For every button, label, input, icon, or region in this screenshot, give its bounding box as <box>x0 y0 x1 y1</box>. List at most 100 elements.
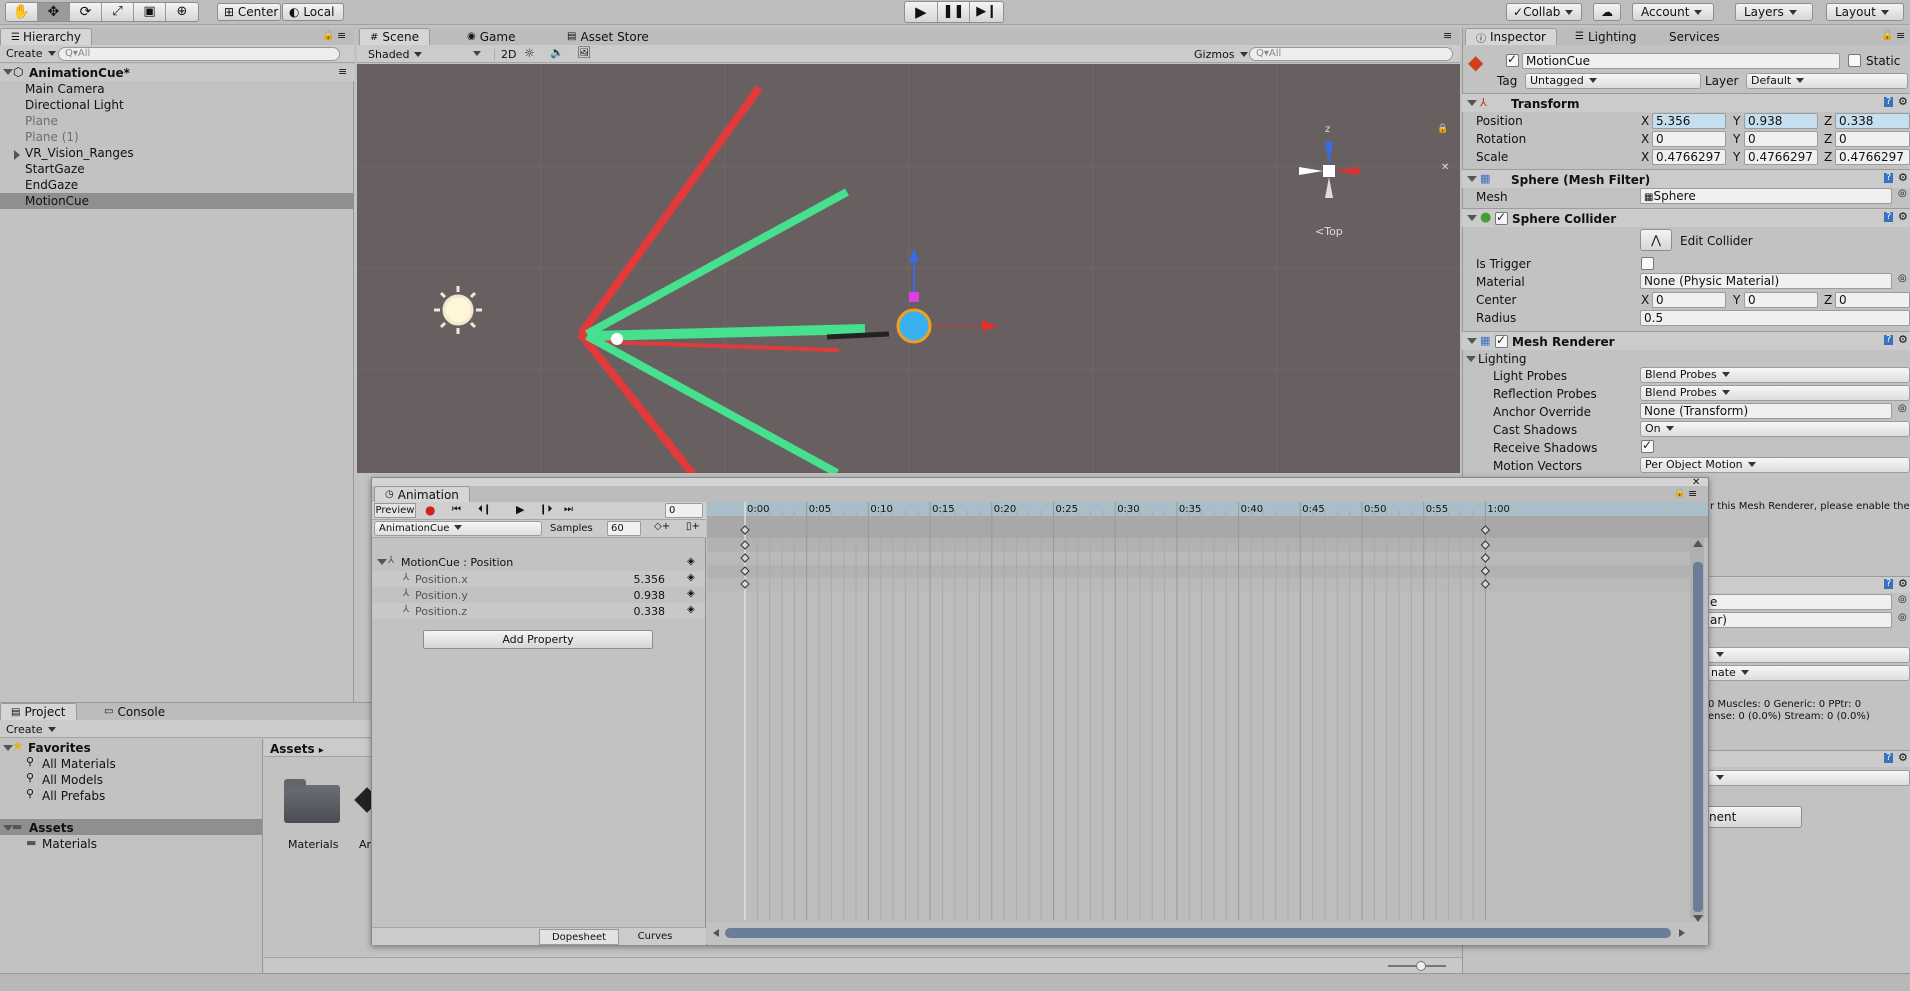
foldout-arrow-icon[interactable] <box>1467 176 1477 182</box>
mesh-renderer-header[interactable]: ▦ Mesh Renderer ? ⚙ <box>1462 331 1910 350</box>
move-tool-icon[interactable]: ✥ <box>38 3 70 21</box>
layers-dropdown[interactable]: Layers <box>1735 3 1813 21</box>
position-x-field[interactable]: 5.356 <box>1652 113 1726 129</box>
expand-arrow-icon[interactable] <box>3 69 13 75</box>
step-button[interactable]: ▶❙ <box>970 2 1003 22</box>
gear-icon[interactable]: ⚙ <box>1898 334 1908 345</box>
space-toggle[interactable]: ◐ Local <box>282 3 344 21</box>
asset-folder[interactable] <box>284 779 340 823</box>
rect-tool-icon[interactable]: ▣ <box>134 3 166 21</box>
gizmo-lock-icon[interactable]: 🔒 <box>1437 125 1448 134</box>
hierarchy-item[interactable]: VR_Vision_Ranges <box>0 145 354 161</box>
key-diamond-icon[interactable]: ◈ <box>687 589 695 599</box>
gear-icon[interactable]: ⚙ <box>1898 96 1908 107</box>
panel-menu-icon[interactable]: ≡ <box>1688 488 1697 499</box>
partial-dropdown-1[interactable] <box>1706 647 1910 663</box>
help-icon[interactable]: ? <box>1884 335 1894 345</box>
property-row[interactable]: ⅄ Position.y 0.938 ◈ <box>372 587 705 603</box>
tab-console[interactable]: ▭ Console <box>94 703 175 720</box>
favorites-label[interactable]: Favorites <box>28 742 91 754</box>
hierarchy-item[interactable]: Plane <box>0 113 354 129</box>
tab-scene[interactable]: # Scene <box>359 28 430 45</box>
favorite-item[interactable]: All Prefabs <box>42 790 105 802</box>
transform-header[interactable]: ⅄ Transform ? ⚙ <box>1462 93 1910 112</box>
key-diamond-icon[interactable]: ◈ <box>687 573 695 583</box>
tab-project[interactable]: ▤ Project <box>0 703 77 720</box>
clip-dropdown[interactable]: AnimationCue <box>374 521 542 536</box>
hierarchy-item[interactable]: Main Camera <box>0 81 354 97</box>
hierarchy-item[interactable]: Plane (1) <box>0 129 354 145</box>
scene-search-input[interactable]: Q▾All <box>1249 47 1453 61</box>
sphere-collider-header[interactable]: ● Sphere Collider ? ⚙ <box>1462 208 1910 227</box>
center-z-field[interactable]: 0 <box>1835 292 1910 308</box>
pivot-toggle[interactable]: ⊞ Center <box>217 3 281 21</box>
lock-icon[interactable]: 🔒 <box>1881 31 1893 41</box>
audio-toggle-icon[interactable]: 🔈 <box>550 47 564 58</box>
cast-shadows-dropdown[interactable]: On <box>1640 421 1910 437</box>
pause-button[interactable]: ❚❚ <box>938 2 971 22</box>
reflection-probes-dropdown[interactable]: Blend Probes <box>1640 385 1910 401</box>
panel-menu-icon[interactable]: ≡ <box>337 30 346 41</box>
time-ruler[interactable]: 0:00 0:05 0:10 0:15 0:20 0:25 0:30 0:35 0:40 0:45… <box>707 502 1708 516</box>
object-picker-icon[interactable]: ◎ <box>1898 595 1907 605</box>
panel-menu-icon[interactable]: ≡ <box>1443 30 1452 41</box>
center-x-field[interactable]: 0 <box>1652 292 1726 308</box>
play-button[interactable]: ▶ <box>516 504 524 515</box>
play-button[interactable]: ▶ <box>905 2 938 22</box>
tab-asset-store[interactable]: ▤ Asset Store <box>557 28 659 45</box>
tab-game[interactable]: ◉ Game <box>457 28 525 45</box>
hierarchy-item-selected[interactable]: MotionCue <box>0 193 354 209</box>
rotate-tool-icon[interactable]: ⟳ <box>70 3 102 21</box>
dopesheet[interactable]: 0:00 0:05 0:10 0:15 0:20 0:25 0:30 0:35 0:40 0:45… <box>707 502 1708 945</box>
tab-lighting[interactable]: ☰ Lighting <box>1565 28 1646 45</box>
assets-label[interactable]: Assets <box>29 822 74 834</box>
next-key-button[interactable]: ❙⏵ <box>539 505 552 515</box>
object-picker-icon[interactable]: ◎ <box>1898 274 1907 284</box>
key-diamond-icon[interactable]: ◈ <box>687 605 695 615</box>
property-row[interactable]: ⅄ Position.x 5.356 ◈ <box>372 571 705 587</box>
collab-dropdown[interactable]: ✓Collab <box>1506 3 1582 21</box>
help-icon[interactable]: ? <box>1884 212 1894 222</box>
rotation-x-field[interactable]: 0 <box>1652 131 1726 147</box>
component-enabled-checkbox[interactable] <box>1495 333 1508 348</box>
scene-viewport[interactable]: z ✕ 🔒 <Top <box>357 64 1460 473</box>
prev-key-button[interactable]: ⏴❙ <box>478 505 491 515</box>
help-icon[interactable]: ? <box>1884 753 1894 763</box>
partial-field-2[interactable]: ar) <box>1706 612 1892 628</box>
gear-icon[interactable]: ⚙ <box>1898 578 1908 589</box>
effects-toggle-icon[interactable]: 🖼 <box>577 47 591 58</box>
partial-dropdown-2[interactable]: nate <box>1706 665 1910 681</box>
property-value[interactable]: 0.338 <box>625 606 666 617</box>
component-enabled-checkbox[interactable] <box>1495 210 1508 225</box>
lighting-toggle-icon[interactable]: ☼ <box>524 47 535 59</box>
account-dropdown[interactable]: Account <box>1632 3 1714 21</box>
asset-tree-item[interactable]: Materials <box>42 838 97 850</box>
breadcrumb[interactable]: Assets ▸ <box>270 743 324 756</box>
gear-icon[interactable]: ⚙ <box>1898 211 1908 222</box>
help-icon[interactable]: ? <box>1884 173 1894 183</box>
edit-collider-button[interactable]: ⋀ <box>1640 229 1672 251</box>
tab-inspector[interactable]: ⓘ Inspector <box>1465 28 1557 45</box>
scene-menu-icon[interactable]: ≡ <box>338 66 347 77</box>
property-group-label[interactable]: MotionCue : Position <box>401 557 513 568</box>
property-row[interactable]: ⅄ Position.z 0.338 ◈ <box>372 603 705 619</box>
favorite-item[interactable]: All Materials <box>42 758 116 770</box>
scale-x-field[interactable]: 0.4766297 <box>1652 149 1726 165</box>
frame-field[interactable]: 0 <box>665 503 703 518</box>
radius-field[interactable]: 0.5 <box>1640 310 1910 326</box>
position-y-field[interactable]: 0.938 <box>1744 113 1818 129</box>
icon-size-slider[interactable] <box>1388 961 1446 971</box>
layout-dropdown[interactable]: Layout <box>1826 3 1904 21</box>
scale-tool-icon[interactable]: ⤢ <box>102 3 134 21</box>
hierarchy-item[interactable]: StartGaze <box>0 161 354 177</box>
foldout-arrow-icon[interactable] <box>1467 215 1477 221</box>
material-field[interactable]: None (Physic Material) <box>1640 273 1892 289</box>
position-z-field[interactable]: 0.338 <box>1835 113 1910 129</box>
anchor-override-field[interactable]: None (Transform) <box>1640 403 1892 419</box>
mesh-field[interactable]: ▦Sphere <box>1640 188 1892 204</box>
hierarchy-create-button[interactable]: Create <box>6 48 56 60</box>
light-probes-dropdown[interactable]: Blend Probes <box>1640 367 1910 383</box>
add-component-button[interactable]: nent <box>1706 806 1802 828</box>
motion-vectors-dropdown[interactable]: Per Object Motion <box>1640 457 1910 473</box>
add-property-button[interactable]: Add Property <box>423 630 653 649</box>
